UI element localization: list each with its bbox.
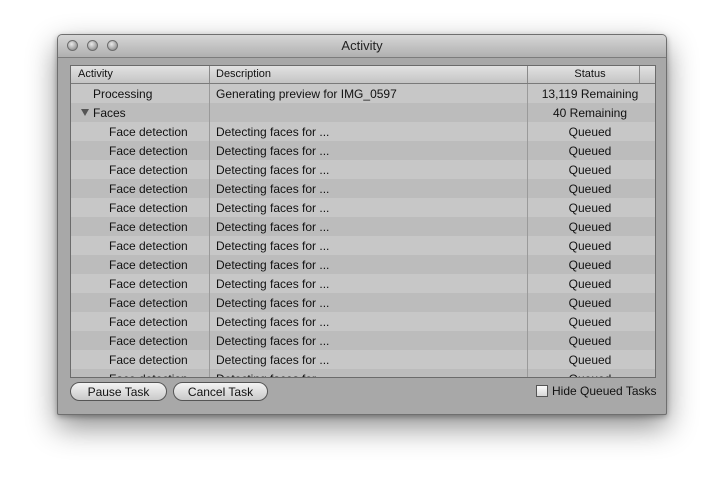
table-body: Processing Generating preview for IMG_059… [71, 84, 655, 377]
status-cell: Queued [568, 163, 612, 177]
column-divider[interactable] [209, 66, 210, 83]
column-header-activity[interactable]: Activity [78, 68, 113, 80]
description-cell: Detecting faces for ... [216, 296, 330, 310]
column-header-status[interactable]: Status [528, 68, 652, 80]
column-header-description[interactable]: Description [216, 68, 271, 80]
status-cell: Queued [568, 220, 612, 234]
activity-cell: Face detection [109, 372, 188, 377]
hide-queued-checkbox[interactable] [536, 385, 548, 397]
table-row[interactable]: Face detection Detecting faces for ... Que… [71, 122, 655, 141]
activity-cell: Processing [93, 87, 153, 101]
description-cell: Detecting faces for ... [216, 125, 330, 139]
table-row[interactable]: Face detection Detecting faces for ... Que… [71, 217, 655, 236]
description-cell: Detecting faces for ... [216, 372, 329, 377]
table-row[interactable]: Face detection Detecting faces for ... Que… [71, 369, 655, 377]
table-row[interactable]: Face detection Detecting faces for ... Que… [71, 160, 655, 179]
pause-task-button[interactable]: Pause Task [70, 382, 167, 401]
activity-cell: Face detection [109, 182, 188, 196]
column-divider [639, 66, 640, 83]
description-cell: Detecting faces for ... [216, 334, 330, 348]
activity-cell: Face detection [109, 144, 188, 158]
table-row[interactable]: Faces 40 Remaining [71, 103, 655, 122]
status-cell: Queued [568, 258, 612, 272]
status-cell: Queued [568, 144, 612, 158]
table-row[interactable]: Face detection Detecting faces for ... Que… [71, 274, 655, 293]
window-title: Activity [341, 38, 383, 53]
status-cell: Queued [568, 239, 612, 253]
description-cell: Generating preview for IMG_0597 [216, 87, 397, 101]
hide-queued-label[interactable]: Hide Queued Tasks [552, 384, 657, 398]
activity-cell: Face detection [109, 125, 188, 139]
activity-cell: Face detection [109, 315, 188, 329]
description-cell: Detecting faces for ... [216, 315, 330, 329]
status-cell: Queued [568, 296, 612, 310]
table-row[interactable]: Face detection Detecting faces for ... Que… [71, 179, 655, 198]
description-cell: Detecting faces for ... [216, 201, 330, 215]
description-cell: Detecting faces for ... [216, 163, 330, 177]
description-cell: Detecting faces for ... [216, 144, 330, 158]
activity-cell: Face detection [109, 239, 188, 253]
status-cell: Queued [568, 125, 612, 139]
cancel-task-button[interactable]: Cancel Task [173, 382, 268, 401]
activity-cell: Face detection [109, 277, 188, 291]
activity-cell: Face detection [109, 353, 188, 367]
activity-table[interactable]: Activity Description Status Processing Ge… [70, 65, 656, 378]
status-cell: Queued [568, 353, 612, 367]
activity-cell: Face detection [109, 296, 188, 310]
table-row[interactable]: Face detection Detecting faces for ... Que… [71, 198, 655, 217]
activity-cell: Face detection [109, 201, 188, 215]
table-header: Activity Description Status [71, 66, 655, 84]
status-cell: Queued [568, 315, 612, 329]
activity-cell: Face detection [109, 163, 188, 177]
description-cell: Detecting faces for ... [216, 220, 330, 234]
description-cell: Detecting faces for ... [216, 239, 330, 253]
status-cell: 40 Remaining [552, 106, 628, 120]
activity-cell: Face detection [109, 258, 188, 272]
table-row[interactable]: Face detection Detecting faces for ... Que… [71, 350, 655, 369]
table-row[interactable]: Face detection Detecting faces for ... Que… [71, 141, 655, 160]
status-cell: Queued [528, 372, 652, 377]
table-row[interactable]: Processing Generating preview for IMG_059… [71, 84, 655, 103]
status-cell: Queued [568, 182, 612, 196]
status-cell: Queued [568, 277, 612, 291]
activity-cell: Face detection [109, 334, 188, 348]
table-row[interactable]: Face detection Detecting faces for ... Que… [71, 293, 655, 312]
status-cell: Queued [568, 334, 612, 348]
column-divider [209, 84, 210, 377]
table-row[interactable]: Face detection Detecting faces for ... Que… [71, 312, 655, 331]
table-row[interactable]: Face detection Detecting faces for ... Que… [71, 331, 655, 350]
status-cell: Queued [568, 201, 612, 215]
description-cell: Detecting faces for ... [216, 353, 330, 367]
description-cell: Detecting faces for ... [216, 258, 330, 272]
table-row[interactable]: Face detection Detecting faces for ... Que… [71, 236, 655, 255]
activity-window: Activity Activity Description Status Pro… [57, 34, 667, 415]
description-cell: Detecting faces for ... [216, 182, 330, 196]
table-row[interactable]: Face detection Detecting faces for ... Que… [71, 255, 655, 274]
activity-cell: Face detection [109, 220, 188, 234]
column-divider[interactable] [527, 66, 528, 83]
activity-cell: Faces [93, 106, 126, 120]
column-divider [527, 84, 528, 377]
status-cell: 13,119 Remaining [541, 87, 639, 101]
description-cell: Detecting faces for ... [216, 277, 330, 291]
title-bar[interactable]: Activity [58, 35, 666, 58]
disclosure-triangle-icon[interactable] [81, 109, 89, 116]
